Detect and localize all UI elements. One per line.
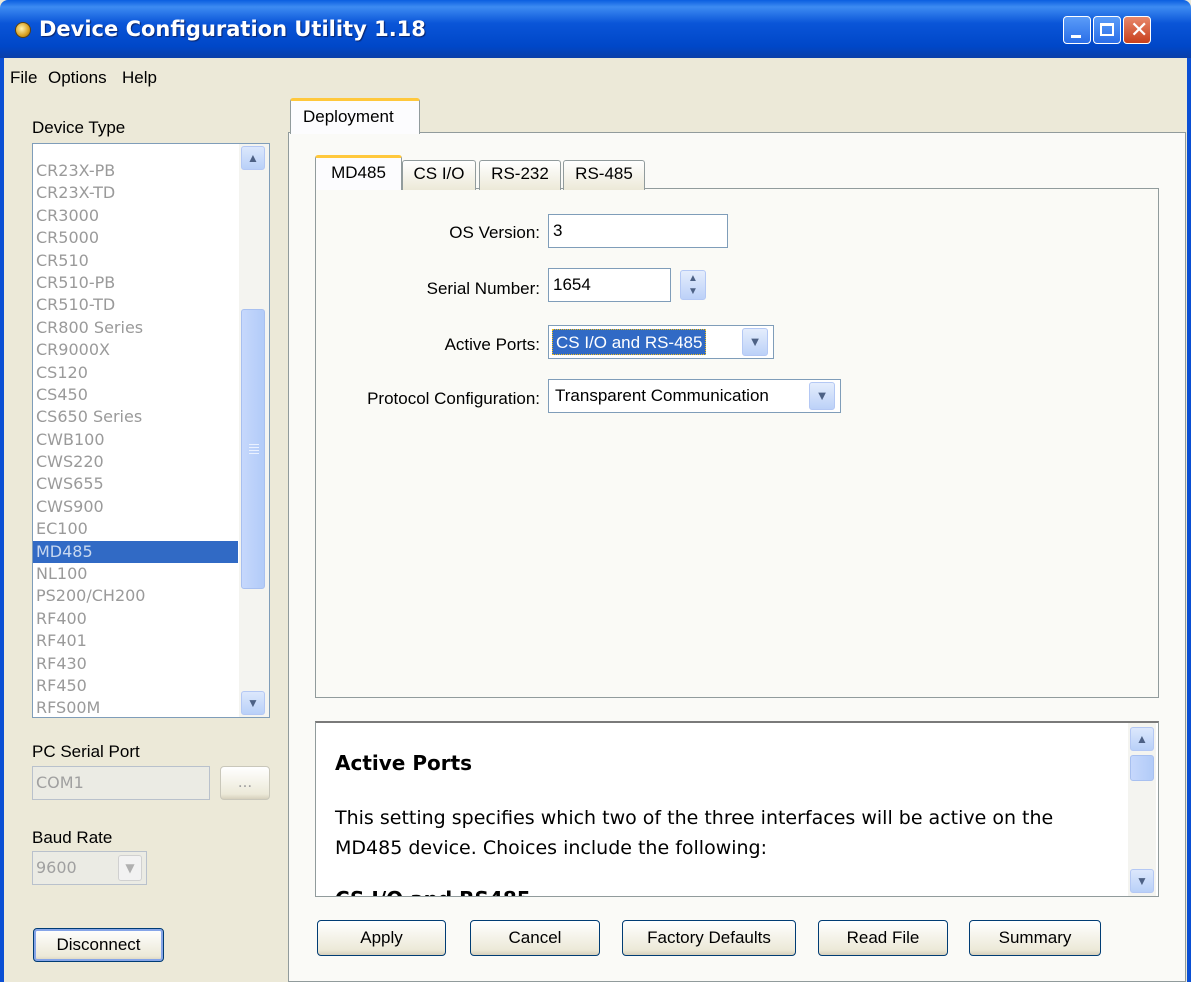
device-list-item[interactable]: CWS655	[33, 473, 238, 495]
device-list-item[interactable]: CR23X-PB	[33, 160, 238, 182]
tab-deployment-label: Deployment	[303, 107, 394, 126]
scroll-up-icon: ▲	[247, 151, 259, 165]
menu-help[interactable]: Help	[122, 68, 157, 88]
device-list-item[interactable]: CR23X-TD	[33, 182, 238, 204]
help-scroll-down-icon: ▼	[1136, 874, 1148, 888]
active-ports-value: CS I/O and RS-485	[552, 329, 707, 355]
spin-up-icon[interactable]: ▲	[681, 273, 705, 284]
factory-defaults-button[interactable]: Factory Defaults	[622, 920, 796, 956]
help-scroll-down-button[interactable]: ▼	[1130, 869, 1154, 893]
protocol-configuration-value: Transparent Communication	[555, 386, 769, 405]
serial-number-spinner[interactable]: ▲ ▼	[680, 270, 706, 300]
menu-options[interactable]: Options	[48, 68, 107, 88]
device-list-item[interactable]: NL100	[33, 563, 238, 585]
active-ports-dropdown-icon[interactable]: ▼	[742, 328, 768, 356]
device-list-item[interactable]: CR510-PB	[33, 272, 238, 294]
device-list-item[interactable]: CS450	[33, 384, 238, 406]
scroll-up-button[interactable]: ▲	[241, 146, 265, 170]
device-list-scrollbar[interactable]: ▲ ▼	[239, 144, 269, 717]
baud-rate-dropdown-icon: ▼	[118, 855, 142, 881]
read-file-button[interactable]: Read File	[818, 920, 948, 956]
device-list-item[interactable]: RF450	[33, 675, 238, 697]
grip-line	[249, 444, 259, 445]
baud-rate-label: Baud Rate	[32, 828, 113, 847]
maximize-icon	[1100, 23, 1114, 36]
serial-port-field[interactable]: COM1	[32, 766, 210, 800]
device-type-label: Device Type	[32, 118, 126, 137]
protocol-configuration-select[interactable]: Transparent Communication ▼	[548, 379, 841, 413]
help-next-heading: CS I/O and RS485	[335, 887, 531, 896]
maximize-button[interactable]	[1093, 16, 1121, 44]
browse-port-button[interactable]: ...	[220, 766, 270, 800]
help-text-panel[interactable]: Active Ports This setting specifies whic…	[315, 721, 1159, 897]
device-list-item[interactable]: CR800 Series	[33, 317, 238, 339]
device-list-item[interactable]: RF400	[33, 608, 238, 630]
scroll-down-icon: ▼	[247, 696, 259, 710]
cancel-button[interactable]: Cancel	[470, 920, 600, 956]
device-list-item[interactable]: CWS220	[33, 451, 238, 473]
device-list-items: CR23X-PB CR23X-TD CR3000 CR5000 CR510 CR510-P…	[33, 160, 238, 717]
help-scrollbar[interactable]: ▲ ▼	[1128, 723, 1156, 896]
window-title: Device Configuration Utility 1.18	[39, 17, 426, 41]
device-list-item[interactable]: RF401	[33, 630, 238, 652]
scroll-down-button[interactable]: ▼	[241, 691, 265, 715]
menu-file[interactable]: File	[10, 68, 37, 88]
device-list-item[interactable]: CWS900	[33, 496, 238, 518]
device-list-item[interactable]: CR510-TD	[33, 294, 238, 316]
menu-bar: File Options Help	[0, 58, 1191, 96]
tab-deployment[interactable]: Deployment	[290, 98, 420, 134]
device-list-item[interactable]: CWB100	[33, 429, 238, 451]
protocol-dropdown-icon[interactable]: ▼	[809, 382, 835, 410]
help-scroll-thumb[interactable]	[1130, 755, 1154, 781]
tab-cs-io[interactable]: CS I/O	[402, 160, 476, 190]
spin-down-icon[interactable]: ▼	[681, 286, 705, 297]
window-frame-right	[1187, 58, 1191, 982]
tab-rs485[interactable]: RS-485	[563, 160, 645, 190]
active-ports-select[interactable]: CS I/O and RS-485 ▼	[548, 325, 774, 359]
serial-number-field[interactable]: 1654	[548, 268, 671, 302]
scroll-thumb[interactable]	[241, 309, 265, 589]
active-ports-label: Active Ports:	[444, 335, 540, 354]
disconnect-button[interactable]: Disconnect	[33, 928, 164, 962]
md485-settings-panel	[315, 188, 1159, 698]
grip-line	[249, 447, 259, 448]
app-logo-icon	[15, 22, 31, 38]
grip-line	[249, 453, 259, 454]
help-scroll-up-button[interactable]: ▲	[1130, 727, 1154, 751]
device-list-item[interactable]: MD485	[33, 540, 238, 564]
window-frame-left	[0, 58, 4, 982]
device-list-item[interactable]: CS120	[33, 362, 238, 384]
device-list-item[interactable]: CR3000	[33, 205, 238, 227]
baud-rate-value: 9600	[36, 858, 77, 877]
device-type-list[interactable]: CR23X-PB CR23X-TD CR3000 CR5000 CR510 CR510-P…	[32, 143, 270, 718]
device-list-item[interactable]: CR510	[33, 250, 238, 272]
device-list-item[interactable]: CR9000X	[33, 339, 238, 361]
device-list-item[interactable]: CR5000	[33, 227, 238, 249]
minimize-icon	[1071, 35, 1081, 38]
close-icon: ✕	[1130, 18, 1149, 43]
device-list-item[interactable]: RFS00M	[33, 697, 238, 717]
tab-md485[interactable]: MD485	[315, 155, 402, 190]
os-version-field[interactable]: 3	[548, 214, 728, 248]
help-body: This setting specifies which two of the …	[335, 807, 1054, 859]
protocol-configuration-label: Protocol Configuration:	[367, 389, 540, 408]
pc-serial-port-label: PC Serial Port	[32, 742, 140, 761]
close-button[interactable]: ✕	[1123, 16, 1151, 44]
minimize-button[interactable]	[1063, 16, 1091, 44]
help-title: Active Ports	[335, 751, 473, 775]
os-version-label: OS Version:	[449, 223, 540, 242]
baud-rate-select[interactable]: 9600 ▼	[32, 851, 147, 885]
device-list-item[interactable]: EC100	[33, 518, 238, 540]
summary-button[interactable]: Summary	[969, 920, 1101, 956]
device-list-item[interactable]: CS650 Series	[33, 406, 238, 428]
serial-number-label: Serial Number:	[426, 279, 540, 298]
device-list-item[interactable]: PS200/CH200	[33, 585, 238, 607]
apply-button[interactable]: Apply	[317, 920, 446, 956]
grip-line	[249, 450, 259, 451]
help-scroll-up-icon: ▲	[1136, 732, 1148, 746]
title-bar[interactable]: Device Configuration Utility 1.18 ✕	[0, 0, 1191, 58]
device-list-item[interactable]: RF430	[33, 653, 238, 675]
tab-rs232[interactable]: RS-232	[479, 160, 561, 190]
